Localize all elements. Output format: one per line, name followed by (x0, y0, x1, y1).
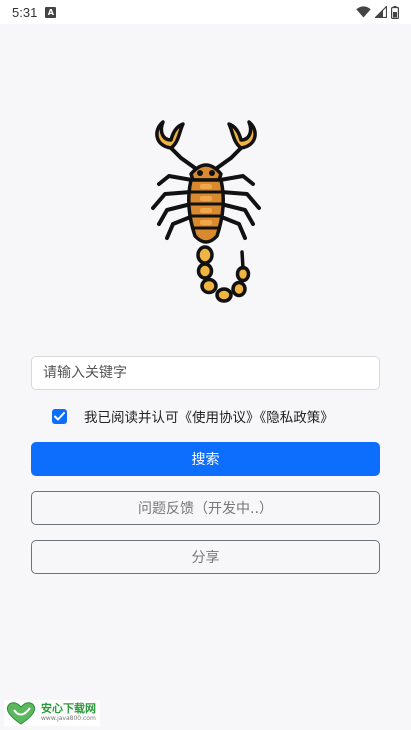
status-bar: 5:31 A (0, 0, 411, 24)
notification-icon: A (45, 6, 57, 18)
agreement-row: 我已阅读并认可《使用协议》《隐私政策》 (52, 405, 334, 427)
scorpion-logo (145, 118, 267, 308)
feedback-button[interactable]: 问题反馈（开发中..） (31, 491, 380, 525)
search-button[interactable]: 搜索 (31, 442, 380, 476)
agreement-text[interactable]: 我已阅读并认可《使用协议》《隐私政策》 (84, 406, 334, 426)
watermark: 安心下载网 www.java800.com (4, 700, 100, 726)
search-input[interactable] (31, 356, 380, 390)
scorpion-icon (151, 120, 261, 303)
check-icon (54, 411, 65, 420)
signal-icon (375, 6, 387, 18)
watermark-url: www.java800.com (41, 715, 96, 722)
share-button[interactable]: 分享 (31, 540, 380, 574)
heart-logo (6, 702, 36, 725)
status-time: 5:31 (12, 4, 38, 20)
agreement-checkbox[interactable] (52, 408, 67, 424)
status-icons (356, 5, 399, 19)
watermark-title: 安心下载网 (41, 702, 96, 715)
battery-icon (391, 5, 399, 19)
wifi-icon (356, 6, 371, 18)
